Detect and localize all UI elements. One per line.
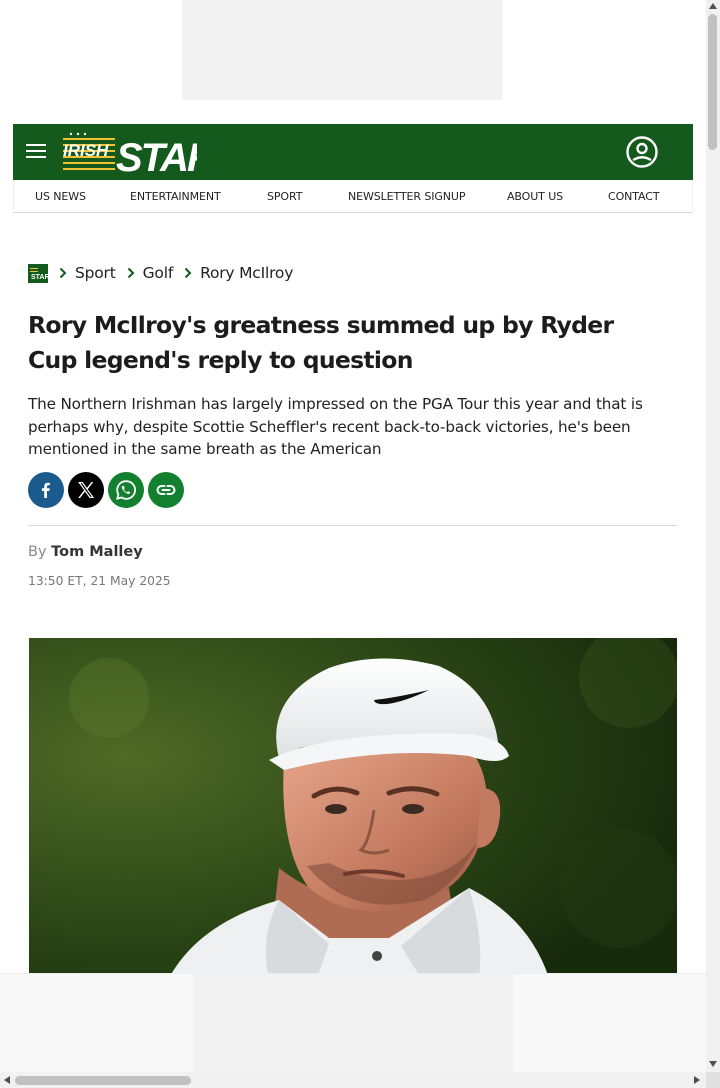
irish-star-logo[interactable]: IRISH STAR (61, 130, 197, 174)
byline-prefix: By (28, 544, 47, 560)
bottom-ad-slot (0, 973, 706, 1073)
facebook-share-button[interactable] (28, 472, 64, 508)
breadcrumb: STAR Sport Golf Rory McIlroy (28, 262, 293, 284)
nav-item-about-us[interactable]: ABOUT US (507, 190, 563, 203)
horizontal-scroll-thumb[interactable] (15, 1076, 191, 1085)
article-timestamp: 13:50 ET, 21 May 2025 (28, 574, 171, 588)
breadcrumb-item-sport[interactable]: Sport (75, 264, 116, 282)
main-nav: US NEWS ENTERTAINMENT SPORT NEWSLETTER S… (13, 180, 693, 213)
nav-item-newsletter-signup[interactable]: NEWSLETTER SIGNUP (348, 190, 466, 203)
hamburger-menu-icon[interactable] (26, 144, 46, 158)
author-link[interactable]: Tom Malley (51, 544, 143, 560)
scroll-down-arrow-icon[interactable] (709, 1061, 717, 1067)
vertical-scrollbar[interactable] (706, 0, 720, 1072)
chevron-right-icon (59, 267, 67, 279)
logo-text-star: STAR (116, 136, 197, 174)
whatsapp-share-button[interactable] (108, 472, 144, 508)
breadcrumb-item-golf[interactable]: Golf (143, 264, 174, 282)
nav-item-contact[interactable]: CONTACT (608, 190, 660, 203)
byline-divider (28, 525, 677, 526)
x-icon (78, 482, 95, 498)
top-ad-slot (182, 0, 503, 100)
chevron-right-icon (127, 267, 135, 279)
vertical-scroll-thumb[interactable] (708, 14, 717, 150)
scroll-right-arrow-icon[interactable] (694, 1076, 700, 1084)
article-headline: Rory McIlroy's greatness summed up by Ry… (28, 311, 614, 374)
breadcrumb-item-rory-mcilroy[interactable]: Rory McIlroy (200, 264, 293, 282)
horizontal-scrollbar[interactable] (0, 1072, 706, 1088)
nav-item-us-news[interactable]: US NEWS (35, 190, 86, 203)
scroll-left-arrow-icon[interactable] (4, 1076, 10, 1084)
scrollbar-corner (706, 1072, 720, 1088)
logo-text-irish: IRISH (63, 141, 109, 160)
site-header: IRISH STAR (13, 124, 693, 180)
bottom-ad-creative (193, 974, 513, 1073)
facebook-icon (41, 482, 50, 498)
nav-item-sport[interactable]: SPORT (267, 190, 302, 203)
irish-star-home-icon[interactable]: STAR (28, 263, 48, 283)
whatsapp-icon (116, 480, 136, 500)
article-standfirst: The Northern Irishman has largely impres… (28, 395, 643, 459)
hero-image (29, 638, 677, 978)
copy-link-icon (156, 485, 176, 495)
x-share-button[interactable] (68, 472, 104, 508)
nav-item-entertainment[interactable]: ENTERTAINMENT (130, 190, 221, 203)
scroll-up-arrow-icon[interactable] (709, 3, 717, 9)
copy-link-button[interactable] (148, 472, 184, 508)
user-account-icon[interactable] (626, 136, 658, 168)
svg-text:STAR: STAR (31, 274, 48, 281)
share-bar (28, 472, 188, 508)
chevron-right-icon (184, 267, 192, 279)
byline: By Tom Malley (28, 544, 143, 560)
